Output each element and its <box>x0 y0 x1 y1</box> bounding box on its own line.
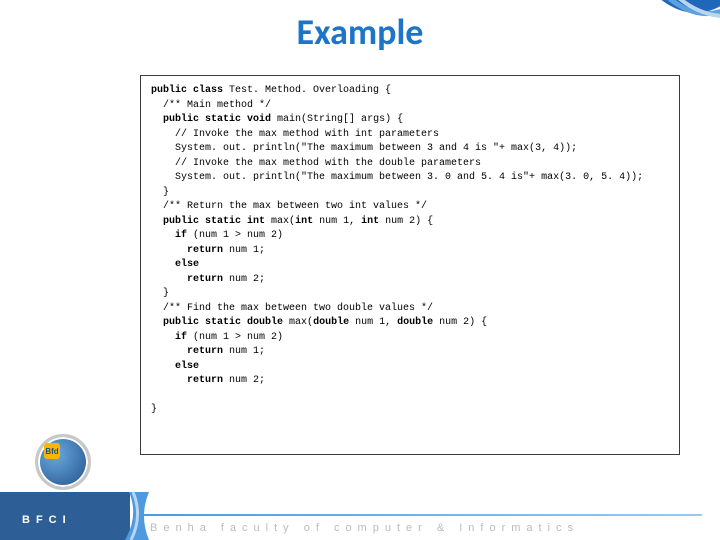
footer-text: Benha faculty of computer & Informatics <box>150 522 579 534</box>
logo-circle: Bfd <box>35 434 91 490</box>
bfci-label: BFCI <box>22 514 72 526</box>
slide-title: Example <box>0 10 720 54</box>
footer-rule <box>142 514 702 516</box>
footer-accent <box>125 492 149 540</box>
code-block: public class Test. Method. Overloading {… <box>140 75 680 455</box>
slide: Example public class Test. Method. Overl… <box>0 0 720 540</box>
logo: Bfd <box>18 432 108 492</box>
logo-badge: Bfd <box>44 443 60 459</box>
